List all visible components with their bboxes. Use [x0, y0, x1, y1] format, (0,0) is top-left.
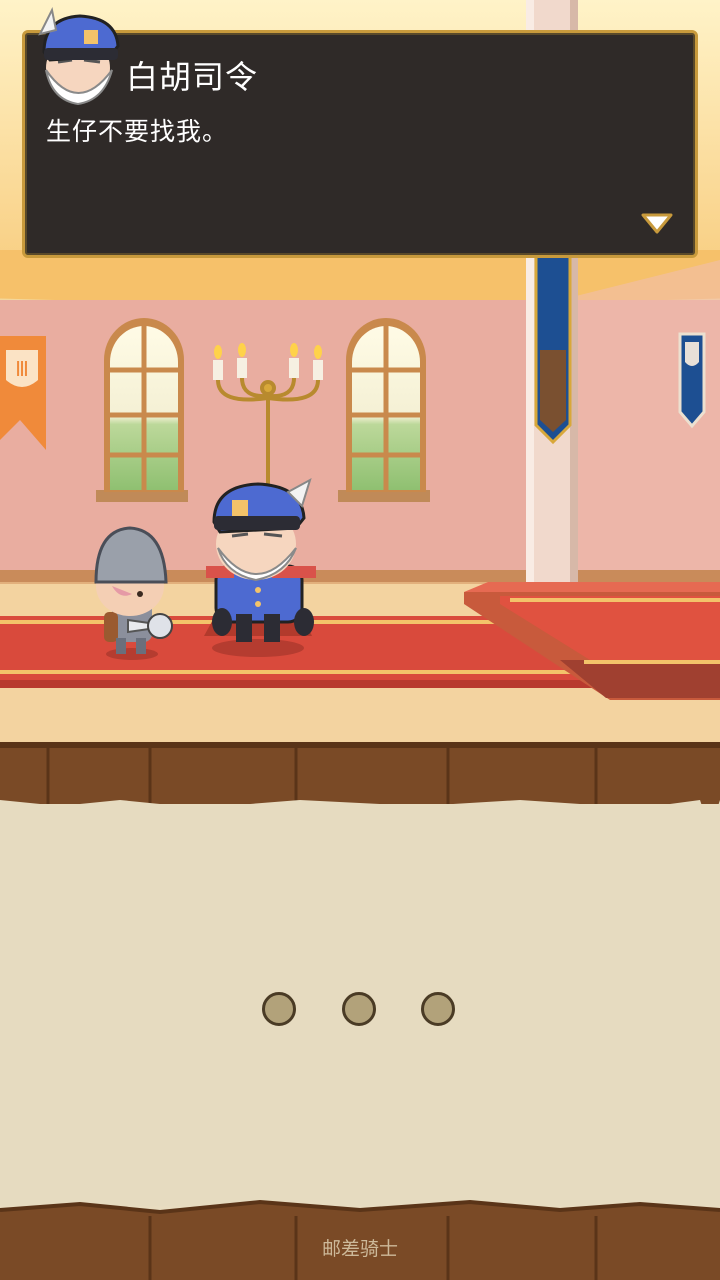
window-left	[96, 318, 188, 502]
svg-text:Ⅲ: Ⅲ	[15, 357, 29, 381]
commander-character	[204, 477, 316, 657]
loading-dot	[421, 992, 455, 1026]
banner-icon	[534, 253, 572, 445]
continue-arrow-icon[interactable]	[640, 212, 674, 236]
loading-dot	[342, 992, 376, 1026]
game-screen: Ⅲ 白胡司令 生仔不要找我。 邮差骑士	[0, 0, 720, 1280]
commander-portrait-icon	[38, 6, 120, 106]
dialog-text: 生仔不要找我。	[46, 117, 229, 146]
window-right	[338, 318, 430, 502]
banner-icon	[678, 332, 706, 429]
speaker-name: 白胡司令	[126, 58, 259, 96]
loading-dot	[262, 992, 296, 1026]
footer-title: 邮差骑士	[321, 1238, 398, 1260]
